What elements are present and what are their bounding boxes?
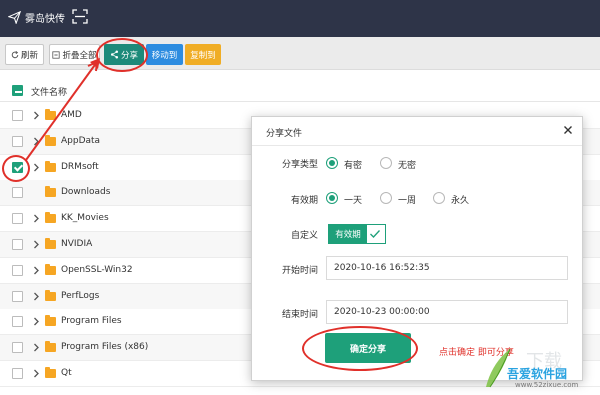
toolbar: 刷新 折叠全部 分享 移动到 复制到: [0, 37, 600, 70]
row-checkbox[interactable]: [12, 213, 23, 225]
collapse-all-label: 折叠全部: [62, 50, 97, 61]
end-time-label: 结束时间: [281, 310, 318, 320]
dialog-header: 分享文件: [252, 117, 582, 146]
row-checkbox[interactable]: [12, 342, 23, 354]
chevron-right-icon[interactable]: [33, 137, 40, 146]
chevron-right-icon[interactable]: [33, 317, 40, 326]
file-name[interactable]: AMD: [61, 110, 82, 120]
brand: 雾岛快传: [8, 10, 65, 25]
folder-icon: [45, 109, 56, 120]
start-time-label: 开始时间: [281, 266, 318, 276]
folder-icon: [45, 134, 56, 146]
row-checkbox[interactable]: [12, 264, 23, 276]
radio-share-type-nopassword[interactable]: [380, 157, 392, 169]
file-name[interactable]: NVIDIA: [61, 239, 92, 249]
folder-icon: [45, 212, 56, 224]
folder-icon: [45, 186, 56, 198]
collapse-icon: [52, 50, 61, 59]
file-name[interactable]: DRMsoft: [61, 162, 99, 172]
radio-share-type-password[interactable]: [326, 157, 338, 169]
folder-icon: [45, 315, 56, 327]
option-password: 有密: [344, 161, 363, 171]
option-no-password: 无密: [398, 161, 417, 171]
folder-icon: [45, 238, 56, 249]
paper-plane-icon: [8, 11, 21, 24]
column-header-filename[interactable]: 文件名称: [31, 85, 67, 98]
radio-validity-week[interactable]: [380, 192, 392, 204]
custom-validity-toggle[interactable]: 有效期: [328, 224, 386, 244]
select-all-checkbox[interactable]: [12, 85, 23, 96]
checkbox-highlight-ring: [2, 155, 30, 182]
start-time-value: 2020-10-16 16:52:35: [334, 263, 430, 273]
chevron-right-icon[interactable]: [33, 266, 40, 275]
row-checkbox[interactable]: [12, 368, 23, 379]
collapse-all-button[interactable]: 折叠全部: [49, 44, 100, 65]
watermark-url: www.52zixue.com: [515, 381, 579, 389]
custom-label: 自定义: [290, 231, 318, 241]
row-checkbox[interactable]: [12, 187, 23, 199]
check-icon: [370, 230, 380, 238]
option-forever: 永久: [451, 196, 470, 206]
refresh-button[interactable]: 刷新: [5, 44, 44, 65]
confirm-highlight-ring: [302, 326, 418, 371]
file-list-header: 文件名称: [0, 80, 600, 102]
dialog-title: 分享文件: [266, 129, 303, 139]
chevron-right-icon[interactable]: [33, 240, 40, 249]
chevron-right-icon[interactable]: [33, 369, 40, 378]
folder-icon: [45, 289, 56, 301]
top-bar: 雾岛快传: [0, 0, 600, 37]
folder-icon: [45, 263, 56, 275]
end-time-value: 2020-10-23 00:00:00: [334, 307, 430, 317]
folder-icon: [45, 367, 56, 378]
chevron-right-icon[interactable]: [33, 292, 40, 301]
chevron-right-icon[interactable]: [33, 214, 40, 223]
row-checkbox[interactable]: [12, 135, 23, 147]
move-to-button[interactable]: 移动到: [146, 44, 183, 65]
scan-icon[interactable]: [72, 9, 88, 24]
close-icon[interactable]: [563, 125, 573, 135]
validity-label: 有效期: [290, 196, 318, 206]
chevron-right-icon[interactable]: [33, 343, 40, 352]
row-checkbox[interactable]: [12, 316, 23, 328]
share-dialog: 分享文件 分享类型 有密 无密 有效期 一天 一周 永久 自定义 有效期 开始时…: [251, 116, 583, 381]
file-name[interactable]: KK_Movies: [61, 213, 109, 223]
share-highlight-ring: [96, 38, 148, 72]
start-time-field[interactable]: 2020-10-16 16:52:35: [326, 256, 568, 280]
refresh-label: 刷新: [20, 50, 38, 61]
file-name[interactable]: PerfLogs: [61, 291, 99, 301]
radio-validity-day[interactable]: [326, 192, 338, 204]
end-time-field[interactable]: 2020-10-23 00:00:00: [326, 300, 568, 324]
refresh-icon: [11, 50, 19, 58]
folder-icon: [45, 160, 56, 172]
radio-validity-forever[interactable]: [433, 192, 445, 204]
toggle-on-label: 有效期: [329, 225, 367, 243]
app-title: 雾岛快传: [25, 14, 65, 25]
copy-to-button[interactable]: 复制到: [185, 44, 221, 65]
file-name[interactable]: Program Files: [61, 316, 122, 326]
row-checkbox[interactable]: [12, 290, 23, 302]
row-checkbox[interactable]: [12, 110, 23, 121]
chevron-right-icon[interactable]: [33, 111, 40, 120]
option-one-day: 一天: [344, 196, 363, 206]
file-name[interactable]: OpenSSL-Win32: [61, 265, 133, 275]
file-name[interactable]: AppData: [61, 136, 100, 146]
row-checkbox[interactable]: [12, 239, 23, 250]
chevron-right-icon[interactable]: [33, 163, 40, 172]
file-name[interactable]: Downloads: [61, 187, 110, 197]
file-name[interactable]: Qt: [61, 368, 72, 378]
watermark-name: 吾爱软件园: [507, 367, 568, 381]
copy-to-label: 复制到: [190, 50, 216, 61]
file-name[interactable]: Program Files (x86): [61, 342, 148, 352]
option-one-week: 一周: [398, 196, 417, 206]
share-type-label: 分享类型: [281, 160, 318, 170]
folder-icon: [45, 341, 56, 353]
move-to-label: 移动到: [151, 50, 178, 61]
